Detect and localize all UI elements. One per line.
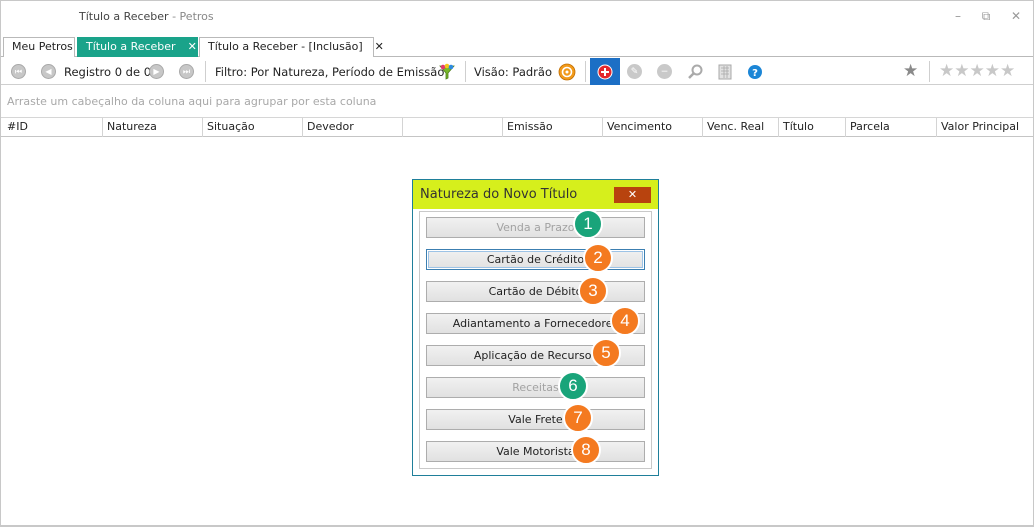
- toolbar-separator: [585, 61, 586, 82]
- close-window-button[interactable]: ✕: [1009, 9, 1023, 23]
- close-tab-icon[interactable]: ✕: [188, 38, 197, 56]
- star-icon[interactable]: ★: [1000, 58, 1015, 85]
- help-icon: ?: [748, 64, 762, 79]
- record-counter-text: Registro 0 de 0: [64, 64, 152, 79]
- window-title-text: Título a Receber: [79, 10, 169, 23]
- tab-label: Meu Petros: [12, 40, 73, 53]
- option-receitas: Receitas: [426, 377, 645, 398]
- view-button[interactable]: [558, 58, 576, 85]
- tab-titulo-a-receber-inclusao[interactable]: Título a Receber - [Inclusão] ✕: [199, 37, 384, 57]
- restore-button[interactable]: ⧉: [979, 9, 993, 23]
- column-header-venc-real[interactable]: Venc. Real: [703, 118, 779, 137]
- step-badge-8: 8: [571, 435, 601, 465]
- report-icon: [718, 64, 732, 79]
- star-icon: ★: [903, 61, 919, 81]
- filter-icon: [439, 63, 455, 80]
- step-badge-5: 5: [591, 338, 621, 368]
- toolbar-separator: [205, 61, 206, 82]
- view-text: Visão: Padrão: [474, 64, 552, 79]
- group-by-hint: Arraste um cabeçalho da coluna aqui para…: [7, 95, 377, 108]
- title-bar: Título a Receber - Petros – ⧉ ✕: [1, 1, 1033, 35]
- tab-meu-petros[interactable]: Meu Petros: [3, 37, 75, 57]
- app-window: Título a Receber - Petros – ⧉ ✕ Meu Petr…: [0, 0, 1034, 527]
- previous-record-button[interactable]: ◀: [41, 58, 56, 85]
- prev-icon: ◀: [41, 64, 56, 79]
- last-record-button[interactable]: ⏭: [179, 58, 194, 85]
- option-vale-motorista[interactable]: Vale Motorista: [426, 441, 645, 462]
- help-button[interactable]: ?: [747, 58, 763, 85]
- step-badge-1: 1: [573, 209, 603, 239]
- minimize-button[interactable]: –: [951, 9, 965, 23]
- natureza-dialog: Natureza do Novo Título ✕ Venda a Prazo …: [412, 179, 659, 476]
- dialog-title: Natureza do Novo Título: [420, 187, 578, 202]
- column-header-vencimento[interactable]: Vencimento: [603, 118, 703, 137]
- remove-icon: −: [657, 64, 672, 79]
- add-button[interactable]: [590, 58, 620, 85]
- rating-stars[interactable]: ★ ★ ★ ★ ★: [939, 58, 1015, 85]
- tab-strip: Meu Petros Título a Receber ✕ Título a Re…: [1, 35, 1033, 57]
- grid-bottom-border: [1, 525, 1033, 526]
- tab-titulo-a-receber[interactable]: Título a Receber ✕: [77, 37, 198, 57]
- group-by-panel[interactable]: Arraste um cabeçalho da coluna aqui para…: [1, 86, 1033, 118]
- column-header-emissao[interactable]: Emissão: [503, 118, 603, 137]
- option-vale-frete[interactable]: Vale Frete: [426, 409, 645, 430]
- next-record-button[interactable]: ▶: [149, 58, 164, 85]
- option-cartao-de-debito[interactable]: Cartão de Débito: [426, 281, 645, 302]
- add-icon: [597, 64, 613, 79]
- column-header-devedor[interactable]: Devedor: [303, 118, 403, 137]
- step-badge-6: 6: [558, 371, 588, 401]
- view-icon: [558, 63, 576, 80]
- column-header-id[interactable]: #ID: [3, 118, 103, 137]
- step-badge-2: 2: [583, 243, 613, 273]
- column-header-situacao[interactable]: Situação: [203, 118, 303, 137]
- toolbar-separator: [465, 61, 466, 82]
- report-button[interactable]: [716, 58, 734, 85]
- step-badge-3: 3: [578, 276, 608, 306]
- toolbar-separator: [929, 61, 930, 82]
- close-tab-icon[interactable]: ✕: [375, 38, 384, 56]
- column-header-valor-principal[interactable]: Valor Principal: [937, 118, 1033, 137]
- filter-text: Filtro: Por Natureza, Período de Emissão: [215, 64, 445, 79]
- star-icon[interactable]: ★: [954, 58, 969, 85]
- dialog-header: Natureza do Novo Título ✕: [413, 180, 658, 209]
- first-icon: ⏮: [11, 64, 26, 79]
- first-record-button[interactable]: ⏮: [11, 58, 26, 85]
- favorite-button[interactable]: ★: [903, 58, 918, 85]
- column-header-blank[interactable]: [403, 118, 503, 137]
- last-icon: ⏭: [179, 64, 194, 79]
- toolbar: ⏮ ◀ Registro 0 de 0 ▶ ⏭ Filtro: Por Natu…: [1, 58, 1033, 85]
- window-title-app: - Petros: [172, 10, 214, 23]
- window-title: Título a Receber - Petros: [79, 10, 214, 23]
- star-icon[interactable]: ★: [985, 58, 1000, 85]
- delete-button[interactable]: −: [657, 58, 672, 85]
- column-header-natureza[interactable]: Natureza: [103, 118, 203, 137]
- svg-text:?: ?: [752, 68, 758, 79]
- view-label[interactable]: Visão: Padrão: [474, 58, 552, 85]
- option-venda-a-prazo: Venda a Prazo: [426, 217, 645, 238]
- next-icon: ▶: [149, 64, 164, 79]
- column-header-titulo[interactable]: Título: [779, 118, 846, 137]
- dialog-close-button[interactable]: ✕: [614, 187, 651, 203]
- filter-label[interactable]: Filtro: Por Natureza, Período de Emissão: [215, 58, 444, 85]
- filter-button[interactable]: [438, 58, 456, 85]
- edit-button[interactable]: ✎: [627, 58, 642, 85]
- record-counter: Registro 0 de 0: [64, 58, 151, 85]
- tab-label: Título a Receber: [86, 40, 176, 53]
- search-icon: [688, 64, 703, 79]
- star-icon[interactable]: ★: [939, 58, 954, 85]
- edit-icon: ✎: [627, 64, 642, 79]
- search-button[interactable]: [686, 58, 704, 85]
- tab-label: Título a Receber - [Inclusão]: [208, 40, 363, 53]
- grid-header-row: #ID Natureza Situação Devedor Emissão Ve…: [1, 118, 1033, 137]
- column-header-parcela[interactable]: Parcela: [846, 118, 937, 137]
- star-icon[interactable]: ★: [970, 58, 985, 85]
- step-badge-7: 7: [563, 403, 593, 433]
- step-badge-4: 4: [610, 306, 640, 336]
